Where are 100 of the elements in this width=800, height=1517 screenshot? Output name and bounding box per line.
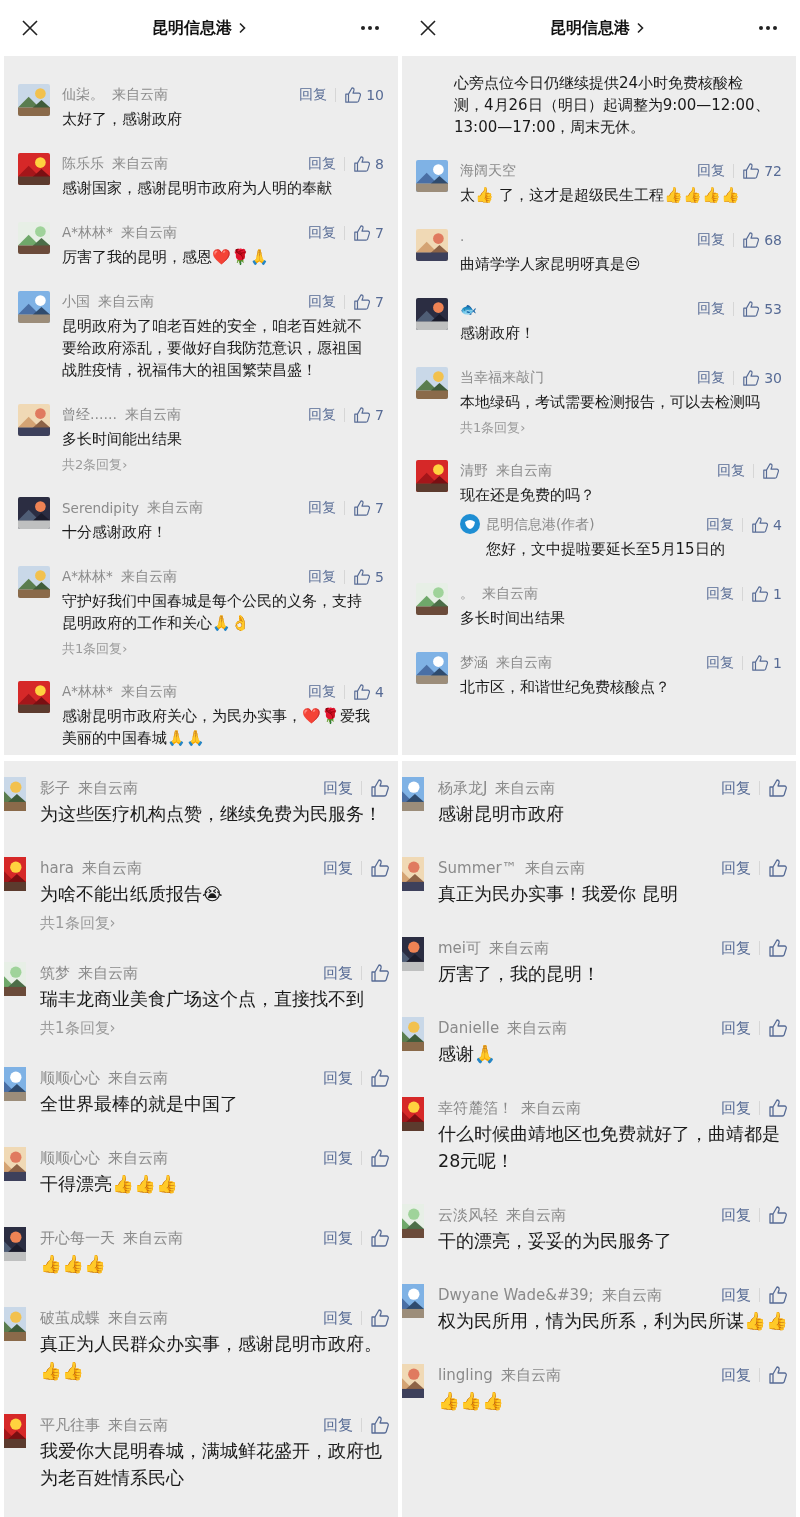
like-button[interactable]: 7 [353, 224, 384, 242]
replies-link[interactable]: 共1条回复› [40, 1019, 116, 1038]
like-button[interactable]: 1 [751, 585, 782, 603]
reply-button[interactable]: 回复 [697, 162, 726, 180]
like-button[interactable] [768, 778, 788, 798]
like-button[interactable]: 53 [742, 300, 782, 318]
replies-link[interactable]: 共1条回复› [460, 419, 526, 437]
like-button[interactable]: 1 [751, 654, 782, 672]
more-icon [758, 25, 778, 31]
thumbs-up-icon [742, 300, 761, 318]
like-button[interactable]: 5 [353, 568, 384, 586]
comment-text: 您好，文中提啦要延长至5月15日的 [486, 539, 726, 560]
like-button[interactable] [768, 1205, 788, 1225]
reply-button[interactable]: 回复 [721, 1365, 751, 1385]
thumbs-up-icon [768, 1018, 788, 1038]
like-button[interactable] [768, 1365, 788, 1385]
reply-button[interactable]: 回复 [308, 683, 337, 701]
like-button[interactable]: 8 [353, 155, 384, 173]
reply-button[interactable]: 回复 [717, 462, 745, 480]
reply-button[interactable]: 回复 [721, 778, 751, 798]
reply-button[interactable]: 回复 [706, 516, 735, 534]
comment-text: 为这些医疗机构点赞，继续免费为民服务！ [40, 803, 383, 826]
more-icon [360, 25, 380, 31]
like-button[interactable] [370, 858, 390, 878]
user-name: 海阔天空 [460, 162, 516, 180]
like-button[interactable] [370, 1148, 390, 1168]
comment-text: 权为民所用，情为民所系，利为民所谋👍👍 [438, 1310, 788, 1333]
replies-link[interactable]: 共2条回复› [62, 456, 128, 474]
like-button[interactable]: 30 [742, 369, 782, 387]
reply-button[interactable]: 回复 [721, 1018, 751, 1038]
like-button[interactable]: 10 [344, 86, 384, 104]
comment-text: 👍👍👍 [40, 1253, 107, 1276]
reply-button[interactable]: 回复 [308, 406, 337, 424]
like-button[interactable]: 7 [353, 406, 384, 424]
reply-button[interactable]: 回复 [299, 86, 328, 104]
thumbs-up-icon [768, 858, 788, 878]
thumbs-up-icon [370, 778, 390, 798]
user-name: 云淡风轻 [438, 1205, 498, 1225]
reply-button[interactable]: 回复 [697, 231, 726, 249]
location-label: 来自云南 [482, 585, 538, 603]
reply-button[interactable]: 回复 [323, 778, 353, 798]
reply-button[interactable]: 回复 [697, 300, 726, 318]
like-button[interactable] [768, 858, 788, 878]
reply-button[interactable]: 回复 [706, 654, 735, 672]
like-button[interactable]: 4 [353, 683, 384, 701]
replies-link[interactable]: 共1条回复› [40, 914, 116, 933]
reply-button[interactable]: 回复 [308, 224, 337, 242]
like-button[interactable] [370, 963, 390, 983]
like-button[interactable] [370, 778, 390, 798]
reply-button[interactable]: 回复 [323, 1308, 353, 1328]
comment-text: 太好了，感谢政府 [62, 109, 183, 130]
like-button[interactable] [768, 1098, 788, 1118]
comment-text: 感谢昆明市政府 [438, 803, 565, 826]
reply-button[interactable]: 回复 [721, 858, 751, 878]
like-button[interactable]: 72 [742, 162, 782, 180]
reply-button[interactable]: 回复 [721, 938, 751, 958]
comment-text: 本地绿码，考试需要检测报告，可以去检测吗 [460, 392, 761, 413]
reply-button[interactable]: 回复 [323, 963, 353, 983]
like-button[interactable] [370, 1308, 390, 1328]
reply-button[interactable]: 回复 [308, 155, 337, 173]
like-button[interactable]: 4 [751, 516, 782, 534]
like-button[interactable] [768, 1018, 788, 1038]
like-button[interactable] [762, 462, 782, 480]
thumbs-up-icon [751, 585, 770, 603]
reply-button[interactable]: 回复 [721, 1285, 751, 1305]
reply-button[interactable]: 回复 [323, 1415, 353, 1435]
thumbs-up-icon [353, 499, 372, 517]
comment-text: 厉害了我的昆明，感恩❤🌹🙏 [62, 247, 270, 268]
user-name: lingling [438, 1366, 493, 1384]
account-title-button[interactable]: 昆明信息港 [550, 17, 644, 39]
replies-link[interactable]: 共1条回复› [62, 640, 128, 658]
reply-button[interactable]: 回复 [323, 1228, 353, 1248]
like-button[interactable] [370, 1228, 390, 1248]
reply-button[interactable]: 回复 [721, 1098, 751, 1118]
reply-button[interactable]: 回复 [721, 1205, 751, 1225]
reply-button[interactable]: 回复 [308, 499, 337, 517]
reply-button[interactable]: 回复 [308, 293, 337, 311]
like-button[interactable]: 7 [353, 293, 384, 311]
user-name: 破茧成蝶 [40, 1308, 100, 1328]
like-button[interactable] [370, 1068, 390, 1088]
reply-button[interactable]: 回复 [323, 1148, 353, 1168]
reply-button[interactable]: 回复 [706, 585, 735, 603]
user-name: Serendipity [62, 500, 139, 516]
reply-button[interactable]: 回复 [697, 369, 726, 387]
thumbs-up-icon [370, 1228, 390, 1248]
like-button[interactable] [768, 938, 788, 958]
thumbs-up-icon [768, 1285, 788, 1305]
reply-button[interactable]: 回复 [323, 858, 353, 878]
like-button[interactable] [768, 1285, 788, 1305]
like-button[interactable] [370, 1415, 390, 1435]
user-name: Summer™ [438, 859, 517, 877]
thumbs-up-icon [768, 1098, 788, 1118]
comment-text: 感谢国家，感谢昆明市政府为人明的奉献 [62, 178, 333, 199]
thumbs-up-icon [768, 1205, 788, 1225]
account-title-button[interactable]: 昆明信息港 [152, 17, 246, 39]
like-button[interactable]: 68 [742, 231, 782, 249]
reply-button[interactable]: 回复 [323, 1068, 353, 1088]
user-name: hara [40, 859, 75, 877]
reply-button[interactable]: 回复 [308, 568, 337, 586]
like-button[interactable]: 7 [353, 499, 384, 517]
